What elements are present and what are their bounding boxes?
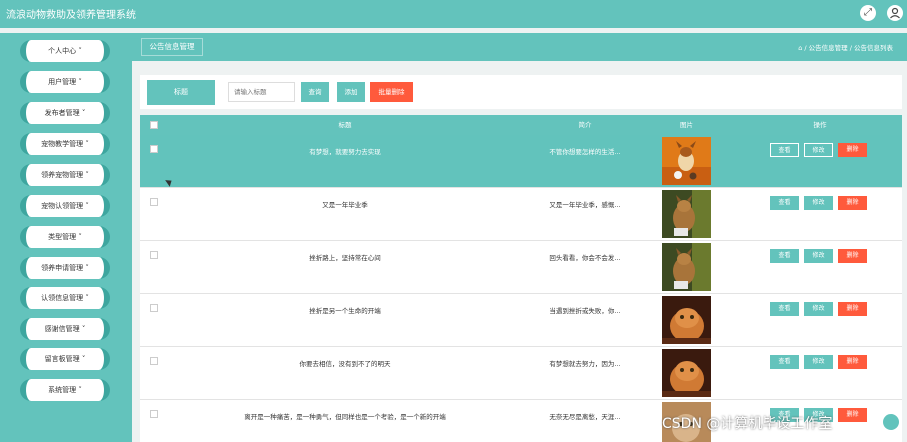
row-title: 你要去相信，没有到不了的明天 — [299, 360, 391, 368]
row-summary: 不管你想要怎样的生活... — [549, 148, 621, 156]
row-title: 又是一年毕业季 — [322, 201, 368, 209]
search-title-label: 标题 — [147, 80, 215, 105]
column-summary: 简介 — [578, 121, 592, 129]
breadcrumb: ⌂ / 公告信息管理 / 公告信息列表 — [798, 42, 893, 52]
row-checkbox[interactable] — [150, 251, 158, 259]
table-row[interactable]: 又是一年毕业季 又是一年毕业季，感慨... 查看 修改 删除 — [140, 188, 902, 241]
row-summary: 有梦想就去努力，因为... — [549, 360, 621, 368]
home-icon[interactable]: ⌂ — [798, 44, 802, 52]
sidebar-item-pet-teaching[interactable]: 宠物教学管理 ˅ — [20, 133, 110, 155]
delete-button[interactable]: 删除 — [838, 249, 867, 263]
row-title: 离开是一种痛苦，是一种勇气，但同样也是一个考验，是一个新的开端 — [244, 413, 446, 421]
sidebar-item-claim-info[interactable]: 认领信息管理 ˅ — [20, 287, 110, 309]
table-row[interactable]: 挫折路上，坚持常在心间 回头看看，你会不会发... 查看 修改 删除 — [140, 241, 902, 294]
delete-button[interactable]: 删除 — [838, 196, 867, 210]
delete-button[interactable]: 删除 — [838, 302, 867, 316]
batch-delete-button[interactable]: 批量删除 — [370, 82, 413, 102]
search-panel: 标题 查询 添加 批量删除 — [140, 75, 902, 109]
row-summary: 当遇到挫折或失败，你... — [549, 307, 621, 315]
view-button[interactable]: 查看 — [770, 249, 799, 263]
row-checkbox[interactable] — [150, 198, 158, 206]
edit-button[interactable]: 修改 — [804, 302, 833, 316]
delete-button[interactable]: 删除 — [838, 408, 867, 422]
edit-button[interactable]: 修改 — [804, 355, 833, 369]
view-button[interactable]: 查看 — [770, 355, 799, 369]
breadcrumb-bar: 公告信息管理 ⌂ / 公告信息管理 / 公告信息列表 — [132, 33, 907, 61]
row-checkbox[interactable] — [150, 304, 158, 312]
sidebar-item-system[interactable]: 系统管理 ˅ — [20, 379, 110, 401]
announcement-table: 标题 简介 图片 操作 有梦想，就要努力去实现 不管你想要怎样的生活... 查看… — [140, 115, 902, 442]
edit-button[interactable]: 修改 — [804, 196, 833, 210]
view-button[interactable]: 查看 — [770, 143, 799, 157]
row-summary: 无奈无尽是离愁，天涯... — [549, 413, 621, 421]
table-row[interactable]: 有梦想，就要努力去实现 不管你想要怎样的生活... 查看 修改 删除 — [140, 135, 902, 188]
sidebar-item-message-board[interactable]: 留言板管理 ˅ — [20, 348, 110, 370]
sidebar-item-adoption-pets[interactable]: 领养宠物管理 ˅ — [20, 164, 110, 186]
watermark-badge-icon — [883, 414, 899, 430]
sidebar: 个人中心 ˅ 用户管理 ˅ 发布者管理 ˅ 宠物教学管理 ˅ 领养宠物管理 ˅ … — [0, 33, 132, 442]
delete-button[interactable]: 删除 — [838, 143, 867, 157]
app-title: 流浪动物救助及领养管理系统 — [6, 10, 136, 21]
search-input[interactable] — [228, 82, 295, 102]
add-button[interactable]: 添加 — [337, 82, 365, 102]
row-checkbox[interactable] — [150, 410, 158, 418]
persian-cat-photo — [662, 349, 711, 397]
persian-cat-photo — [662, 296, 711, 344]
watermark: CSDN @计算机毕设工作室 — [662, 416, 833, 432]
sidebar-item-thank-you-letters[interactable]: 感谢信管理 ˅ — [20, 318, 110, 340]
breadcrumb-path: / 公告信息管理 / 公告信息列表 — [804, 44, 893, 52]
row-title: 挫折是另一个生命的开端 — [309, 307, 381, 315]
row-summary: 又是一年毕业季，感慨... — [549, 201, 621, 209]
dog-photo — [662, 137, 711, 185]
cat-photo — [662, 243, 711, 291]
row-summary: 回头看看，你会不会发... — [549, 254, 621, 262]
table-header: 标题 简介 图片 操作 — [140, 115, 902, 135]
view-button[interactable]: 查看 — [770, 196, 799, 210]
table-row[interactable]: 挫折是另一个生命的开端 当遇到挫折或失败，你... 查看 修改 删除 — [140, 294, 902, 347]
sidebar-item-types[interactable]: 类型管理 ˅ — [20, 226, 110, 248]
edit-button[interactable]: 修改 — [804, 249, 833, 263]
main-content: 公告信息管理 ⌂ / 公告信息管理 / 公告信息列表 标题 查询 添加 批量删除… — [132, 33, 907, 442]
column-image: 图片 — [680, 121, 693, 129]
column-actions: 操作 — [813, 121, 827, 129]
row-checkbox[interactable] — [150, 145, 158, 153]
sidebar-item-publishers[interactable]: 发布者管理 ˅ — [20, 102, 110, 124]
search-button[interactable]: 查询 — [301, 82, 329, 102]
column-title: 标题 — [338, 121, 352, 129]
sidebar-item-adoption-applications[interactable]: 领养申请管理 ˅ — [20, 257, 110, 279]
cat-photo — [662, 190, 711, 238]
view-button[interactable]: 查看 — [770, 302, 799, 316]
delete-button[interactable]: 删除 — [838, 355, 867, 369]
top-bar: 流浪动物救助及领养管理系统 ⤢ — [0, 0, 907, 28]
user-icon[interactable] — [887, 5, 903, 21]
row-checkbox[interactable] — [150, 357, 158, 365]
expand-icon[interactable]: ⤢ — [860, 5, 876, 21]
select-all-checkbox[interactable] — [150, 121, 158, 129]
sidebar-item-pet-claims[interactable]: 宠物认领管理 ˅ — [20, 195, 110, 217]
sidebar-item-personal-center[interactable]: 个人中心 ˅ — [20, 40, 110, 62]
sidebar-item-users[interactable]: 用户管理 ˅ — [20, 71, 110, 93]
row-title: 挫折路上，坚持常在心间 — [309, 254, 381, 262]
table-row[interactable]: 你要去相信，没有到不了的明天 有梦想就去努力，因为... 查看 修改 删除 — [140, 347, 902, 400]
edit-button[interactable]: 修改 — [804, 143, 833, 157]
current-tab[interactable]: 公告信息管理 — [141, 38, 203, 56]
row-title: 有梦想，就要努力去实现 — [309, 148, 381, 156]
